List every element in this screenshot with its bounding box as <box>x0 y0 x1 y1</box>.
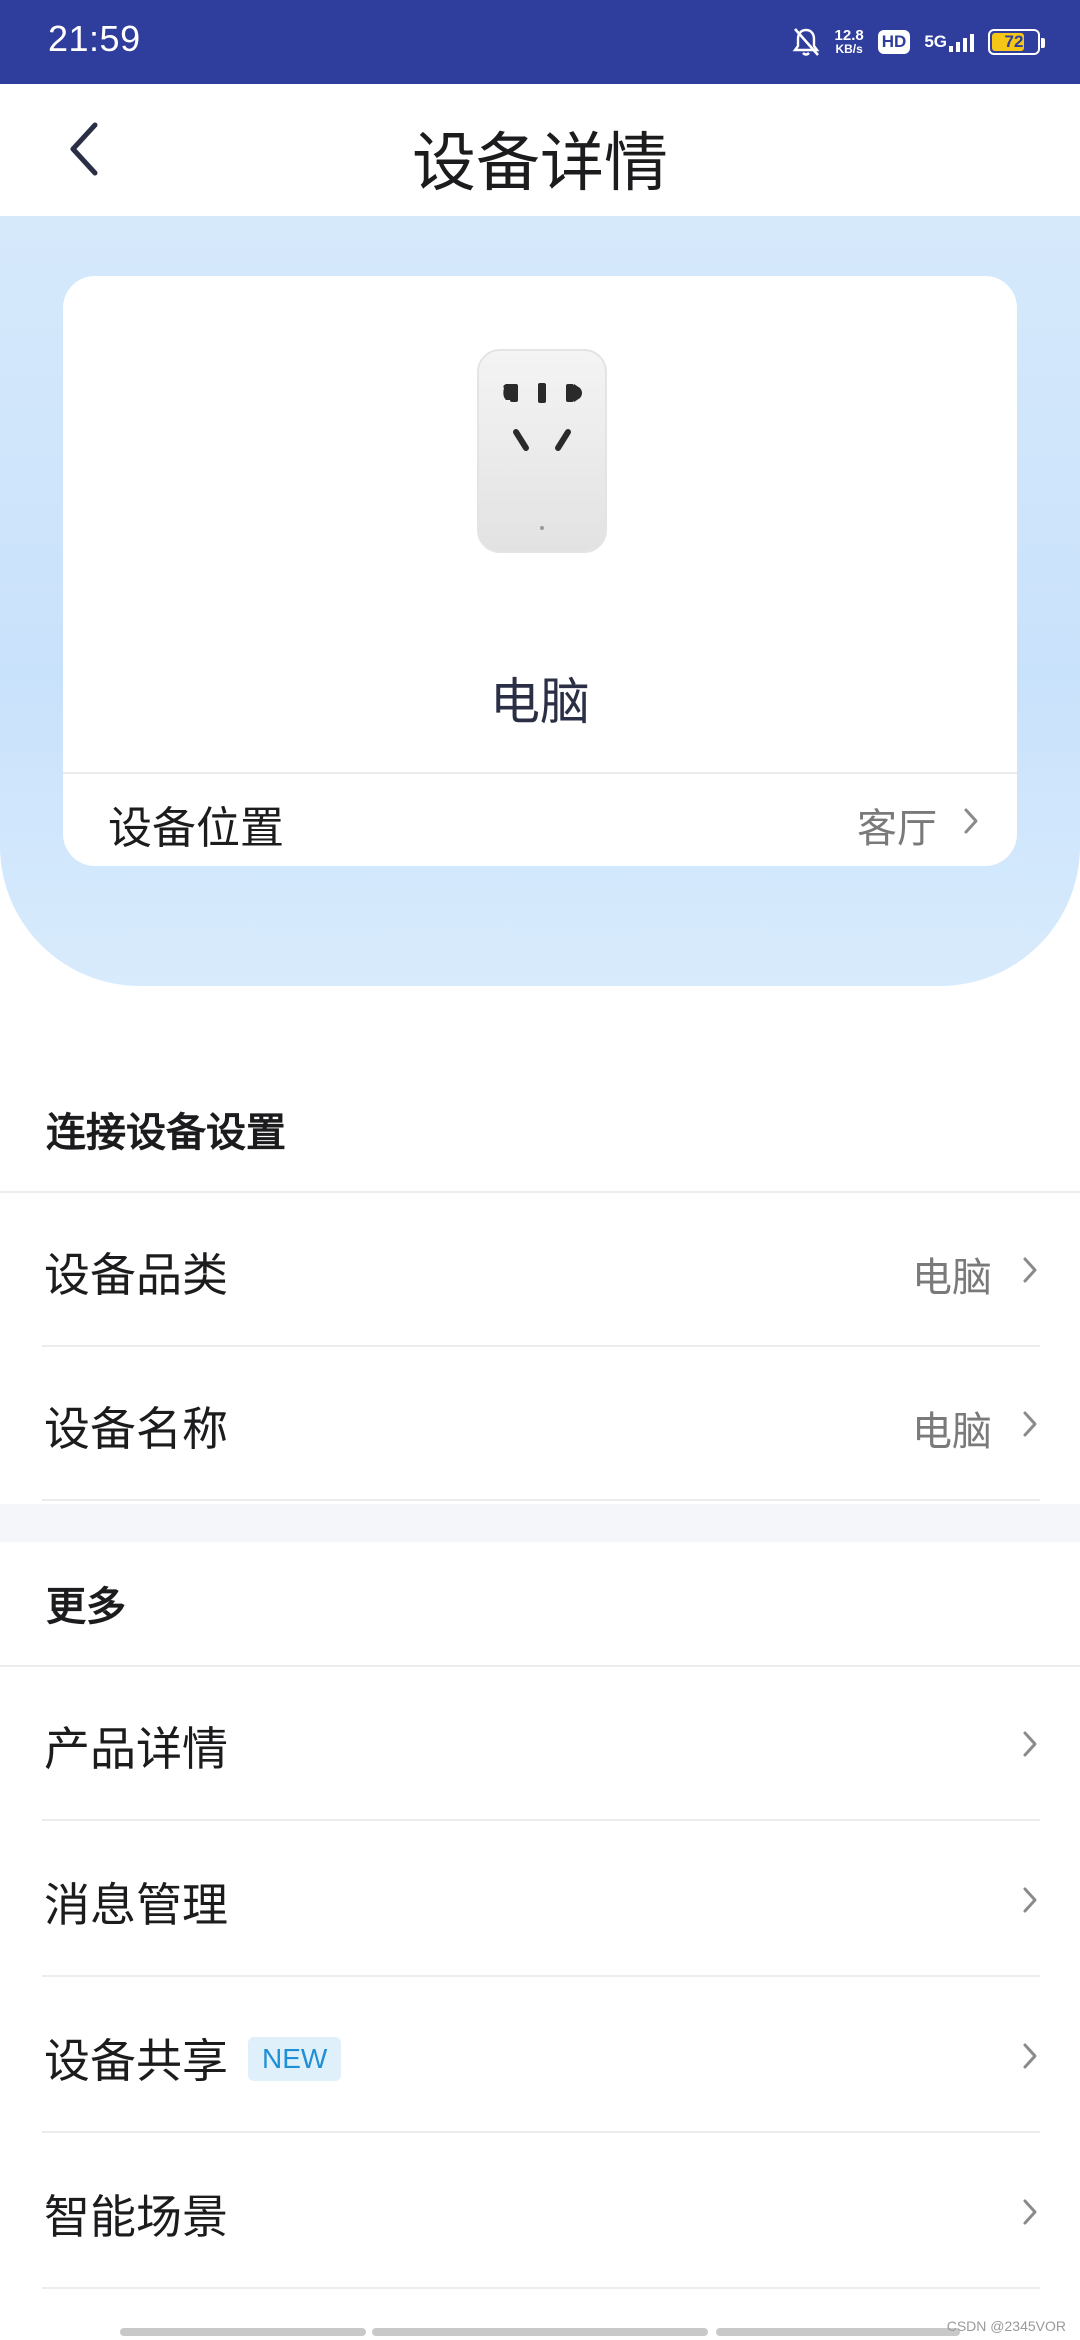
chevron-right-icon <box>1023 1257 1037 1283</box>
network-speed: 12.8 KB/s <box>835 28 864 56</box>
nav-handle[interactable] <box>372 2328 708 2336</box>
row-label: 设备共享 <box>44 2034 228 2088</box>
smart-plug-image <box>477 349 607 553</box>
row-label: 智能场景 <box>44 2190 228 2244</box>
row-product-details[interactable]: 产品详情 <box>0 1667 1080 1821</box>
chevron-right-icon <box>1023 1887 1037 1913</box>
new-badge: NEW <box>248 2037 342 2081</box>
speed-unit: KB/s <box>835 42 863 56</box>
battery-level: 72 <box>1004 32 1024 51</box>
row-message-management[interactable]: 消息管理 <box>0 1823 1080 1977</box>
row-label: 设备品类 <box>44 1248 228 1302</box>
hd-icon: HD <box>877 30 911 54</box>
row-smart-scenes[interactable]: 智能场景 <box>0 2135 1080 2289</box>
row-divider <box>42 1499 1040 1501</box>
row-divider <box>42 2131 1040 2133</box>
chevron-right-icon <box>1023 2199 1037 2225</box>
app-header: 设备详情 <box>0 84 1080 216</box>
chevron-right-icon <box>964 808 978 834</box>
row-label: 设备名称 <box>44 1402 228 1456</box>
row-divider <box>42 2287 1040 2289</box>
device-location-label: 设备位置 <box>108 803 284 854</box>
row-device-category[interactable]: 设备品类 电脑 <box>0 1193 1080 1347</box>
row-divider <box>42 1975 1040 1977</box>
row-label: 产品详情 <box>44 1722 228 1776</box>
row-device-name[interactable]: 设备名称 电脑 <box>0 1347 1080 1501</box>
watermark: CSDN @2345VOR <box>946 2318 1066 2334</box>
chevron-right-icon <box>1023 1731 1037 1757</box>
network-type: 5G <box>924 32 947 51</box>
nav-handle[interactable] <box>716 2328 960 2336</box>
signal-icon: 5G <box>924 32 974 52</box>
battery-icon: 72 <box>988 29 1045 55</box>
section-gap <box>0 1504 1080 1542</box>
signal-bars <box>949 34 974 52</box>
row-value: 电脑 <box>912 1409 992 1455</box>
chevron-right-icon <box>1023 1411 1037 1437</box>
section-title-more: 更多 <box>46 1584 126 1630</box>
row-label: 消息管理 <box>44 1878 228 1932</box>
device-location-value: 客厅 <box>857 806 937 852</box>
chevron-right-icon <box>1023 2043 1037 2069</box>
status-bar: 21:59 12.8 KB/s HD 5G 72 <box>0 0 1080 84</box>
device-location-row[interactable]: 设备位置 客厅 <box>63 774 1017 866</box>
speed-value: 12.8 <box>834 27 864 44</box>
row-divider <box>42 1819 1040 1821</box>
device-card: 电脑 设备位置 客厅 <box>63 276 1017 866</box>
nav-handle[interactable] <box>120 2328 366 2336</box>
status-time: 21:59 <box>48 18 141 59</box>
page-title: 设备详情 <box>412 127 668 201</box>
section-title-connect: 连接设备设置 <box>46 1110 286 1156</box>
bell-muted-icon <box>792 28 819 56</box>
row-value: 电脑 <box>912 1255 992 1301</box>
device-hero: 电脑 设备位置 客厅 <box>0 216 1080 986</box>
device-name: 电脑 <box>490 673 590 731</box>
status-icons: 12.8 KB/s HD 5G 72 <box>791 20 1045 64</box>
row-device-sharing[interactable]: 设备共享 NEW <box>0 1979 1080 2133</box>
